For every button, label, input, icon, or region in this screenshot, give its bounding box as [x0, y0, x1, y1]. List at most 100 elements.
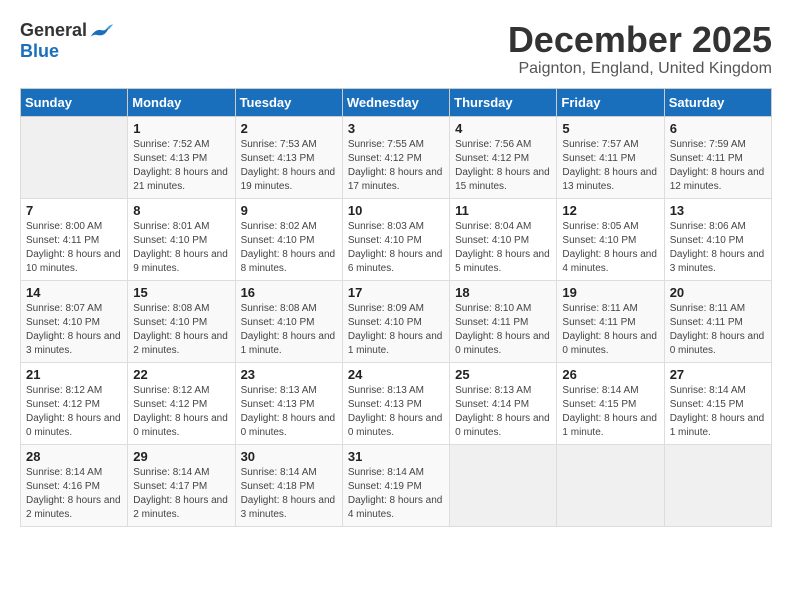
- page-header: General Blue December 2025 Paignton, Eng…: [20, 20, 772, 78]
- day-details: Sunrise: 7:57 AMSunset: 4:11 PMDaylight:…: [562, 138, 658, 194]
- header-sunday: Sunday: [21, 88, 128, 116]
- day-details: Sunrise: 8:09 AMSunset: 4:10 PMDaylight:…: [348, 302, 444, 358]
- day-number: 20: [670, 285, 766, 300]
- day-number: 8: [133, 203, 229, 218]
- day-details: Sunrise: 7:59 AMSunset: 4:11 PMDaylight:…: [670, 138, 766, 194]
- day-details: Sunrise: 8:05 AMSunset: 4:10 PMDaylight:…: [562, 220, 658, 276]
- day-number: 24: [348, 367, 444, 382]
- calendar-cell: [21, 116, 128, 198]
- day-details: Sunrise: 8:11 AMSunset: 4:11 PMDaylight:…: [562, 302, 658, 358]
- calendar-cell: 11Sunrise: 8:04 AMSunset: 4:10 PMDayligh…: [450, 198, 557, 280]
- header-monday: Monday: [128, 88, 235, 116]
- day-number: 31: [348, 449, 444, 464]
- day-details: Sunrise: 8:14 AMSunset: 4:17 PMDaylight:…: [133, 466, 229, 522]
- day-details: Sunrise: 8:11 AMSunset: 4:11 PMDaylight:…: [670, 302, 766, 358]
- day-number: 23: [241, 367, 337, 382]
- calendar-week-row: 21 Sunrise: 8:12 AMSunset: 4:12 PMDayligh…: [21, 362, 772, 444]
- calendar-cell: 16 Sunrise: 8:08 AMSunset: 4:10 PMDayligh…: [235, 280, 342, 362]
- day-details: Sunrise: 8:02 AMSunset: 4:10 PMDaylight:…: [241, 220, 337, 276]
- calendar-cell: 14Sunrise: 8:07 AMSunset: 4:10 PMDayligh…: [21, 280, 128, 362]
- day-details: Sunrise: 7:55 AMSunset: 4:12 PMDaylight:…: [348, 138, 444, 194]
- title-section: December 2025 Paignton, England, United …: [508, 20, 772, 78]
- calendar-cell: 15 Sunrise: 8:08 AMSunset: 4:10 PMDayligh…: [128, 280, 235, 362]
- day-number: 26: [562, 367, 658, 382]
- day-number: 9: [241, 203, 337, 218]
- header-saturday: Saturday: [664, 88, 771, 116]
- day-number: 6: [670, 121, 766, 136]
- day-details: Sunrise: 8:07 AMSunset: 4:10 PMDaylight:…: [26, 302, 122, 358]
- calendar-cell: 27 Sunrise: 8:14 AMSunset: 4:15 PMDayligh…: [664, 362, 771, 444]
- calendar-cell: 17 Sunrise: 8:09 AMSunset: 4:10 PMDayligh…: [342, 280, 449, 362]
- day-details: Sunrise: 8:01 AMSunset: 4:10 PMDaylight:…: [133, 220, 229, 276]
- day-details: Sunrise: 8:12 AMSunset: 4:12 PMDaylight:…: [26, 384, 122, 440]
- calendar-cell: 25Sunrise: 8:13 AMSunset: 4:14 PMDayligh…: [450, 362, 557, 444]
- calendar-cell: 6 Sunrise: 7:59 AMSunset: 4:11 PMDaylight…: [664, 116, 771, 198]
- day-details: Sunrise: 8:08 AMSunset: 4:10 PMDaylight:…: [133, 302, 229, 358]
- day-number: 28: [26, 449, 122, 464]
- day-number: 4: [455, 121, 551, 136]
- day-number: 17: [348, 285, 444, 300]
- day-number: 13: [670, 203, 766, 218]
- day-details: Sunrise: 8:14 AMSunset: 4:18 PMDaylight:…: [241, 466, 337, 522]
- logo: General Blue: [20, 20, 113, 62]
- day-details: Sunrise: 8:08 AMSunset: 4:10 PMDaylight:…: [241, 302, 337, 358]
- calendar-week-row: 1Sunrise: 7:52 AMSunset: 4:13 PMDaylight…: [21, 116, 772, 198]
- day-number: 16: [241, 285, 337, 300]
- location-text: Paignton, England, United Kingdom: [508, 60, 772, 78]
- day-number: 27: [670, 367, 766, 382]
- day-details: Sunrise: 8:12 AMSunset: 4:12 PMDaylight:…: [133, 384, 229, 440]
- day-number: 10: [348, 203, 444, 218]
- calendar-cell: 18Sunrise: 8:10 AMSunset: 4:11 PMDayligh…: [450, 280, 557, 362]
- calendar-cell: 10 Sunrise: 8:03 AMSunset: 4:10 PMDayligh…: [342, 198, 449, 280]
- day-number: 25: [455, 367, 551, 382]
- calendar-header-row: SundayMondayTuesdayWednesdayThursdayFrid…: [21, 88, 772, 116]
- day-details: Sunrise: 8:06 AMSunset: 4:10 PMDaylight:…: [670, 220, 766, 276]
- calendar-cell: 21 Sunrise: 8:12 AMSunset: 4:12 PMDayligh…: [21, 362, 128, 444]
- day-details: Sunrise: 8:14 AMSunset: 4:15 PMDaylight:…: [670, 384, 766, 440]
- day-number: 15: [133, 285, 229, 300]
- calendar-cell: 9 Sunrise: 8:02 AMSunset: 4:10 PMDaylight…: [235, 198, 342, 280]
- day-details: Sunrise: 8:14 AMSunset: 4:15 PMDaylight:…: [562, 384, 658, 440]
- calendar-week-row: 14Sunrise: 8:07 AMSunset: 4:10 PMDayligh…: [21, 280, 772, 362]
- day-details: Sunrise: 8:03 AMSunset: 4:10 PMDaylight:…: [348, 220, 444, 276]
- calendar-cell: 28 Sunrise: 8:14 AMSunset: 4:16 PMDayligh…: [21, 444, 128, 526]
- calendar-cell: 8 Sunrise: 8:01 AMSunset: 4:10 PMDaylight…: [128, 198, 235, 280]
- calendar-cell: 22 Sunrise: 8:12 AMSunset: 4:12 PMDayligh…: [128, 362, 235, 444]
- day-number: 5: [562, 121, 658, 136]
- calendar-cell: 30 Sunrise: 8:14 AMSunset: 4:18 PMDayligh…: [235, 444, 342, 526]
- calendar-cell: [450, 444, 557, 526]
- calendar-week-row: 28 Sunrise: 8:14 AMSunset: 4:16 PMDayligh…: [21, 444, 772, 526]
- day-details: Sunrise: 7:53 AMSunset: 4:13 PMDaylight:…: [241, 138, 337, 194]
- calendar-cell: 1Sunrise: 7:52 AMSunset: 4:13 PMDaylight…: [128, 116, 235, 198]
- day-number: 29: [133, 449, 229, 464]
- calendar-cell: 5 Sunrise: 7:57 AMSunset: 4:11 PMDaylight…: [557, 116, 664, 198]
- calendar-cell: 23Sunrise: 8:13 AMSunset: 4:13 PMDayligh…: [235, 362, 342, 444]
- day-details: Sunrise: 8:00 AMSunset: 4:11 PMDaylight:…: [26, 220, 122, 276]
- day-number: 19: [562, 285, 658, 300]
- calendar-cell: 12Sunrise: 8:05 AMSunset: 4:10 PMDayligh…: [557, 198, 664, 280]
- logo-general-text: General: [20, 20, 87, 41]
- calendar-cell: 26 Sunrise: 8:14 AMSunset: 4:15 PMDayligh…: [557, 362, 664, 444]
- day-number: 7: [26, 203, 122, 218]
- day-details: Sunrise: 8:04 AMSunset: 4:10 PMDaylight:…: [455, 220, 551, 276]
- header-friday: Friday: [557, 88, 664, 116]
- day-details: Sunrise: 8:10 AMSunset: 4:11 PMDaylight:…: [455, 302, 551, 358]
- calendar-cell: 24 Sunrise: 8:13 AMSunset: 4:13 PMDayligh…: [342, 362, 449, 444]
- logo-bird-icon: [89, 21, 113, 41]
- calendar-cell: [557, 444, 664, 526]
- header-tuesday: Tuesday: [235, 88, 342, 116]
- day-number: 22: [133, 367, 229, 382]
- day-details: Sunrise: 7:56 AMSunset: 4:12 PMDaylight:…: [455, 138, 551, 194]
- calendar-cell: 29 Sunrise: 8:14 AMSunset: 4:17 PMDayligh…: [128, 444, 235, 526]
- header-wednesday: Wednesday: [342, 88, 449, 116]
- day-details: Sunrise: 8:13 AMSunset: 4:13 PMDaylight:…: [348, 384, 444, 440]
- day-details: Sunrise: 8:14 AMSunset: 4:16 PMDaylight:…: [26, 466, 122, 522]
- calendar-table: SundayMondayTuesdayWednesdayThursdayFrid…: [20, 88, 772, 527]
- calendar-cell: 4 Sunrise: 7:56 AMSunset: 4:12 PMDaylight…: [450, 116, 557, 198]
- day-number: 30: [241, 449, 337, 464]
- day-number: 2: [241, 121, 337, 136]
- day-number: 1: [133, 121, 229, 136]
- day-number: 21: [26, 367, 122, 382]
- day-number: 3: [348, 121, 444, 136]
- calendar-cell: 3 Sunrise: 7:55 AMSunset: 4:12 PMDaylight…: [342, 116, 449, 198]
